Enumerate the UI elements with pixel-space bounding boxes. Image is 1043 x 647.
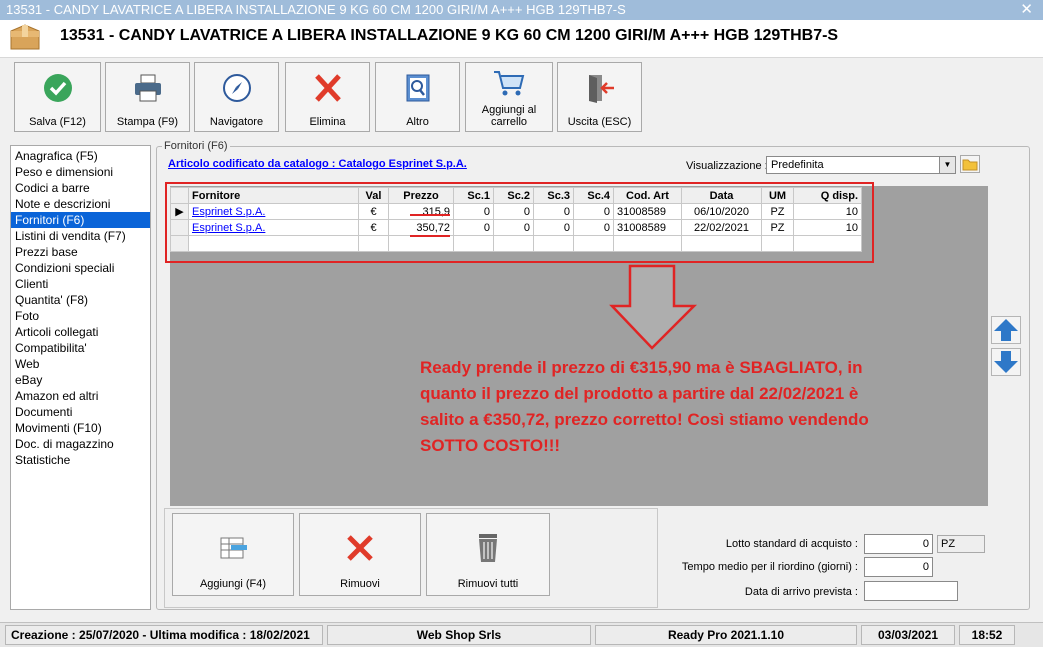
nav-item-codici-barre[interactable]: Codici a barre <box>11 180 150 196</box>
down-arrow-annotation-icon <box>609 264 698 350</box>
price-underline-1 <box>410 214 450 216</box>
check-circle-icon <box>43 74 72 102</box>
product-box-icon <box>10 24 40 50</box>
tempo-riordino-label: Tempo medio per il riordino (giorni) : <box>681 561 858 573</box>
folder-icon[interactable] <box>960 155 980 173</box>
data-arrivo-label: Data di arrivo prevista : <box>744 586 858 598</box>
add-to-cart-button[interactable]: Aggiungi al carrello <box>465 62 553 132</box>
book-search-icon <box>406 74 429 102</box>
remove-all-button[interactable]: Rimuovi tutti <box>426 513 550 596</box>
add-to-cart-button-label: Aggiungi al carrello <box>481 104 537 128</box>
print-button-label: Stampa (F9) <box>116 116 179 128</box>
remove-row-label: Rimuovi <box>340 578 380 590</box>
nav-item-statistiche[interactable]: Statistiche <box>11 452 150 468</box>
other-button-label: Altro <box>406 116 429 128</box>
fornitori-group-title: Fornitori (F6) <box>162 140 230 152</box>
other-button[interactable]: Altro <box>375 62 460 132</box>
close-icon[interactable]: ✕ <box>1020 0 1033 20</box>
nav-item-anagrafica[interactable]: Anagrafica (F5) <box>11 148 150 164</box>
navigator-button-label: Navigatore <box>209 116 264 128</box>
trash-icon <box>479 534 497 562</box>
x-icon <box>314 74 341 102</box>
status-date: 03/03/2021 <box>861 625 955 645</box>
nav-item-movimenti[interactable]: Movimenti (F10) <box>11 420 150 436</box>
annotation-line-4: SOTTO COSTO!!! <box>420 436 561 455</box>
nav-item-note-descrizioni[interactable]: Note e descrizioni <box>11 196 150 212</box>
add-row-label: Aggiungi (F4) <box>199 578 267 590</box>
status-time: 18:52 <box>959 625 1015 645</box>
nav-item-web[interactable]: Web <box>11 356 150 372</box>
annotation-text: Ready prende il prezzo di €315,90 ma è S… <box>420 355 940 459</box>
delete-button[interactable]: Elimina <box>285 62 370 132</box>
save-button-label: Salva (F12) <box>29 116 86 128</box>
add-row-icon <box>220 537 247 559</box>
window-title: 13531 - CANDY LAVATRICE A LIBERA INSTALL… <box>6 2 626 17</box>
exit-door-icon <box>588 75 614 103</box>
window-titlebar: 13531 - CANDY LAVATRICE A LIBERA INSTALL… <box>0 0 1043 20</box>
visualizzazione-select[interactable]: Predefinita ▼ <box>766 156 956 174</box>
page-header: 13531 - CANDY LAVATRICE A LIBERA INSTALL… <box>0 20 1043 58</box>
nav-item-articoli-collegati[interactable]: Articoli collegati <box>11 324 150 340</box>
nav-item-doc-magazzino[interactable]: Doc. di magazzino <box>11 436 150 452</box>
section-nav: Anagrafica (F5) Peso e dimensioni Codici… <box>10 145 151 610</box>
nav-item-condizioni-speciali[interactable]: Condizioni speciali <box>11 260 150 276</box>
nav-item-documenti[interactable]: Documenti <box>11 404 150 420</box>
delete-button-label: Elimina <box>309 116 346 128</box>
save-button[interactable]: Salva (F12) <box>14 62 101 132</box>
compass-icon <box>222 74 251 102</box>
nav-item-prezzi-base[interactable]: Prezzi base <box>11 244 150 260</box>
nav-item-ebay[interactable]: eBay <box>11 372 150 388</box>
annotation-line-1: Ready prende il prezzo di €315,90 ma è S… <box>420 358 863 377</box>
annotation-line-3: salito a €350,72, prezzo corretto! Così … <box>420 410 869 429</box>
nav-item-clienti[interactable]: Clienti <box>11 276 150 292</box>
tempo-riordino-input[interactable]: 0 <box>864 557 933 577</box>
exit-button[interactable]: Uscita (ESC) <box>557 62 642 132</box>
status-bar: Creazione : 25/07/2020 - Ultima modifica… <box>0 622 1043 647</box>
move-up-icon[interactable] <box>991 316 1021 344</box>
remove-all-label: Rimuovi tutti <box>457 578 519 590</box>
nav-item-listini-vendita[interactable]: Listini di vendita (F7) <box>11 228 150 244</box>
cart-icon <box>494 71 525 96</box>
app-version: Ready Pro 2021.1.10 <box>595 625 857 645</box>
page-title: 13531 - CANDY LAVATRICE A LIBERA INSTALL… <box>60 27 839 44</box>
creation-info: Creazione : 25/07/2020 - Ultima modifica… <box>5 625 323 645</box>
price-underline-2 <box>410 235 450 237</box>
visualizzazione-label: Visualizzazione : <box>686 160 768 172</box>
visualizzazione-value: Predefinita <box>771 159 824 171</box>
nav-item-quantita[interactable]: Quantita' (F8) <box>11 292 150 308</box>
nav-item-amazon[interactable]: Amazon ed altri <box>11 388 150 404</box>
lotto-label: Lotto standard di acquisto : <box>725 538 858 550</box>
lotto-input[interactable]: 0 <box>864 534 933 554</box>
data-arrivo-input[interactable] <box>864 581 958 601</box>
catalog-link[interactable]: Articolo codificato da catalogo : Catalo… <box>168 158 467 170</box>
nav-item-foto[interactable]: Foto <box>11 308 150 324</box>
nav-item-fornitori[interactable]: Fornitori (F6) <box>11 212 150 228</box>
printer-icon <box>134 74 161 102</box>
move-down-icon[interactable] <box>991 348 1021 376</box>
nav-item-peso-dimensioni[interactable]: Peso e dimensioni <box>11 164 150 180</box>
lotto-um-field: PZ <box>937 535 985 553</box>
company-name: Web Shop Srls <box>327 625 591 645</box>
highlight-rectangle <box>165 182 874 263</box>
x-icon <box>347 535 373 561</box>
print-button[interactable]: Stampa (F9) <box>105 62 190 132</box>
add-row-button[interactable]: Aggiungi (F4) <box>172 513 294 596</box>
annotation-line-2: quanto il prezzo del prodotto a partire … <box>420 384 859 403</box>
chevron-down-icon[interactable]: ▼ <box>939 157 955 173</box>
exit-button-label: Uscita (ESC) <box>567 116 632 128</box>
remove-row-button[interactable]: Rimuovi <box>299 513 421 596</box>
navigator-button[interactable]: Navigatore <box>194 62 279 132</box>
nav-item-compatibilita[interactable]: Compatibilita' <box>11 340 150 356</box>
